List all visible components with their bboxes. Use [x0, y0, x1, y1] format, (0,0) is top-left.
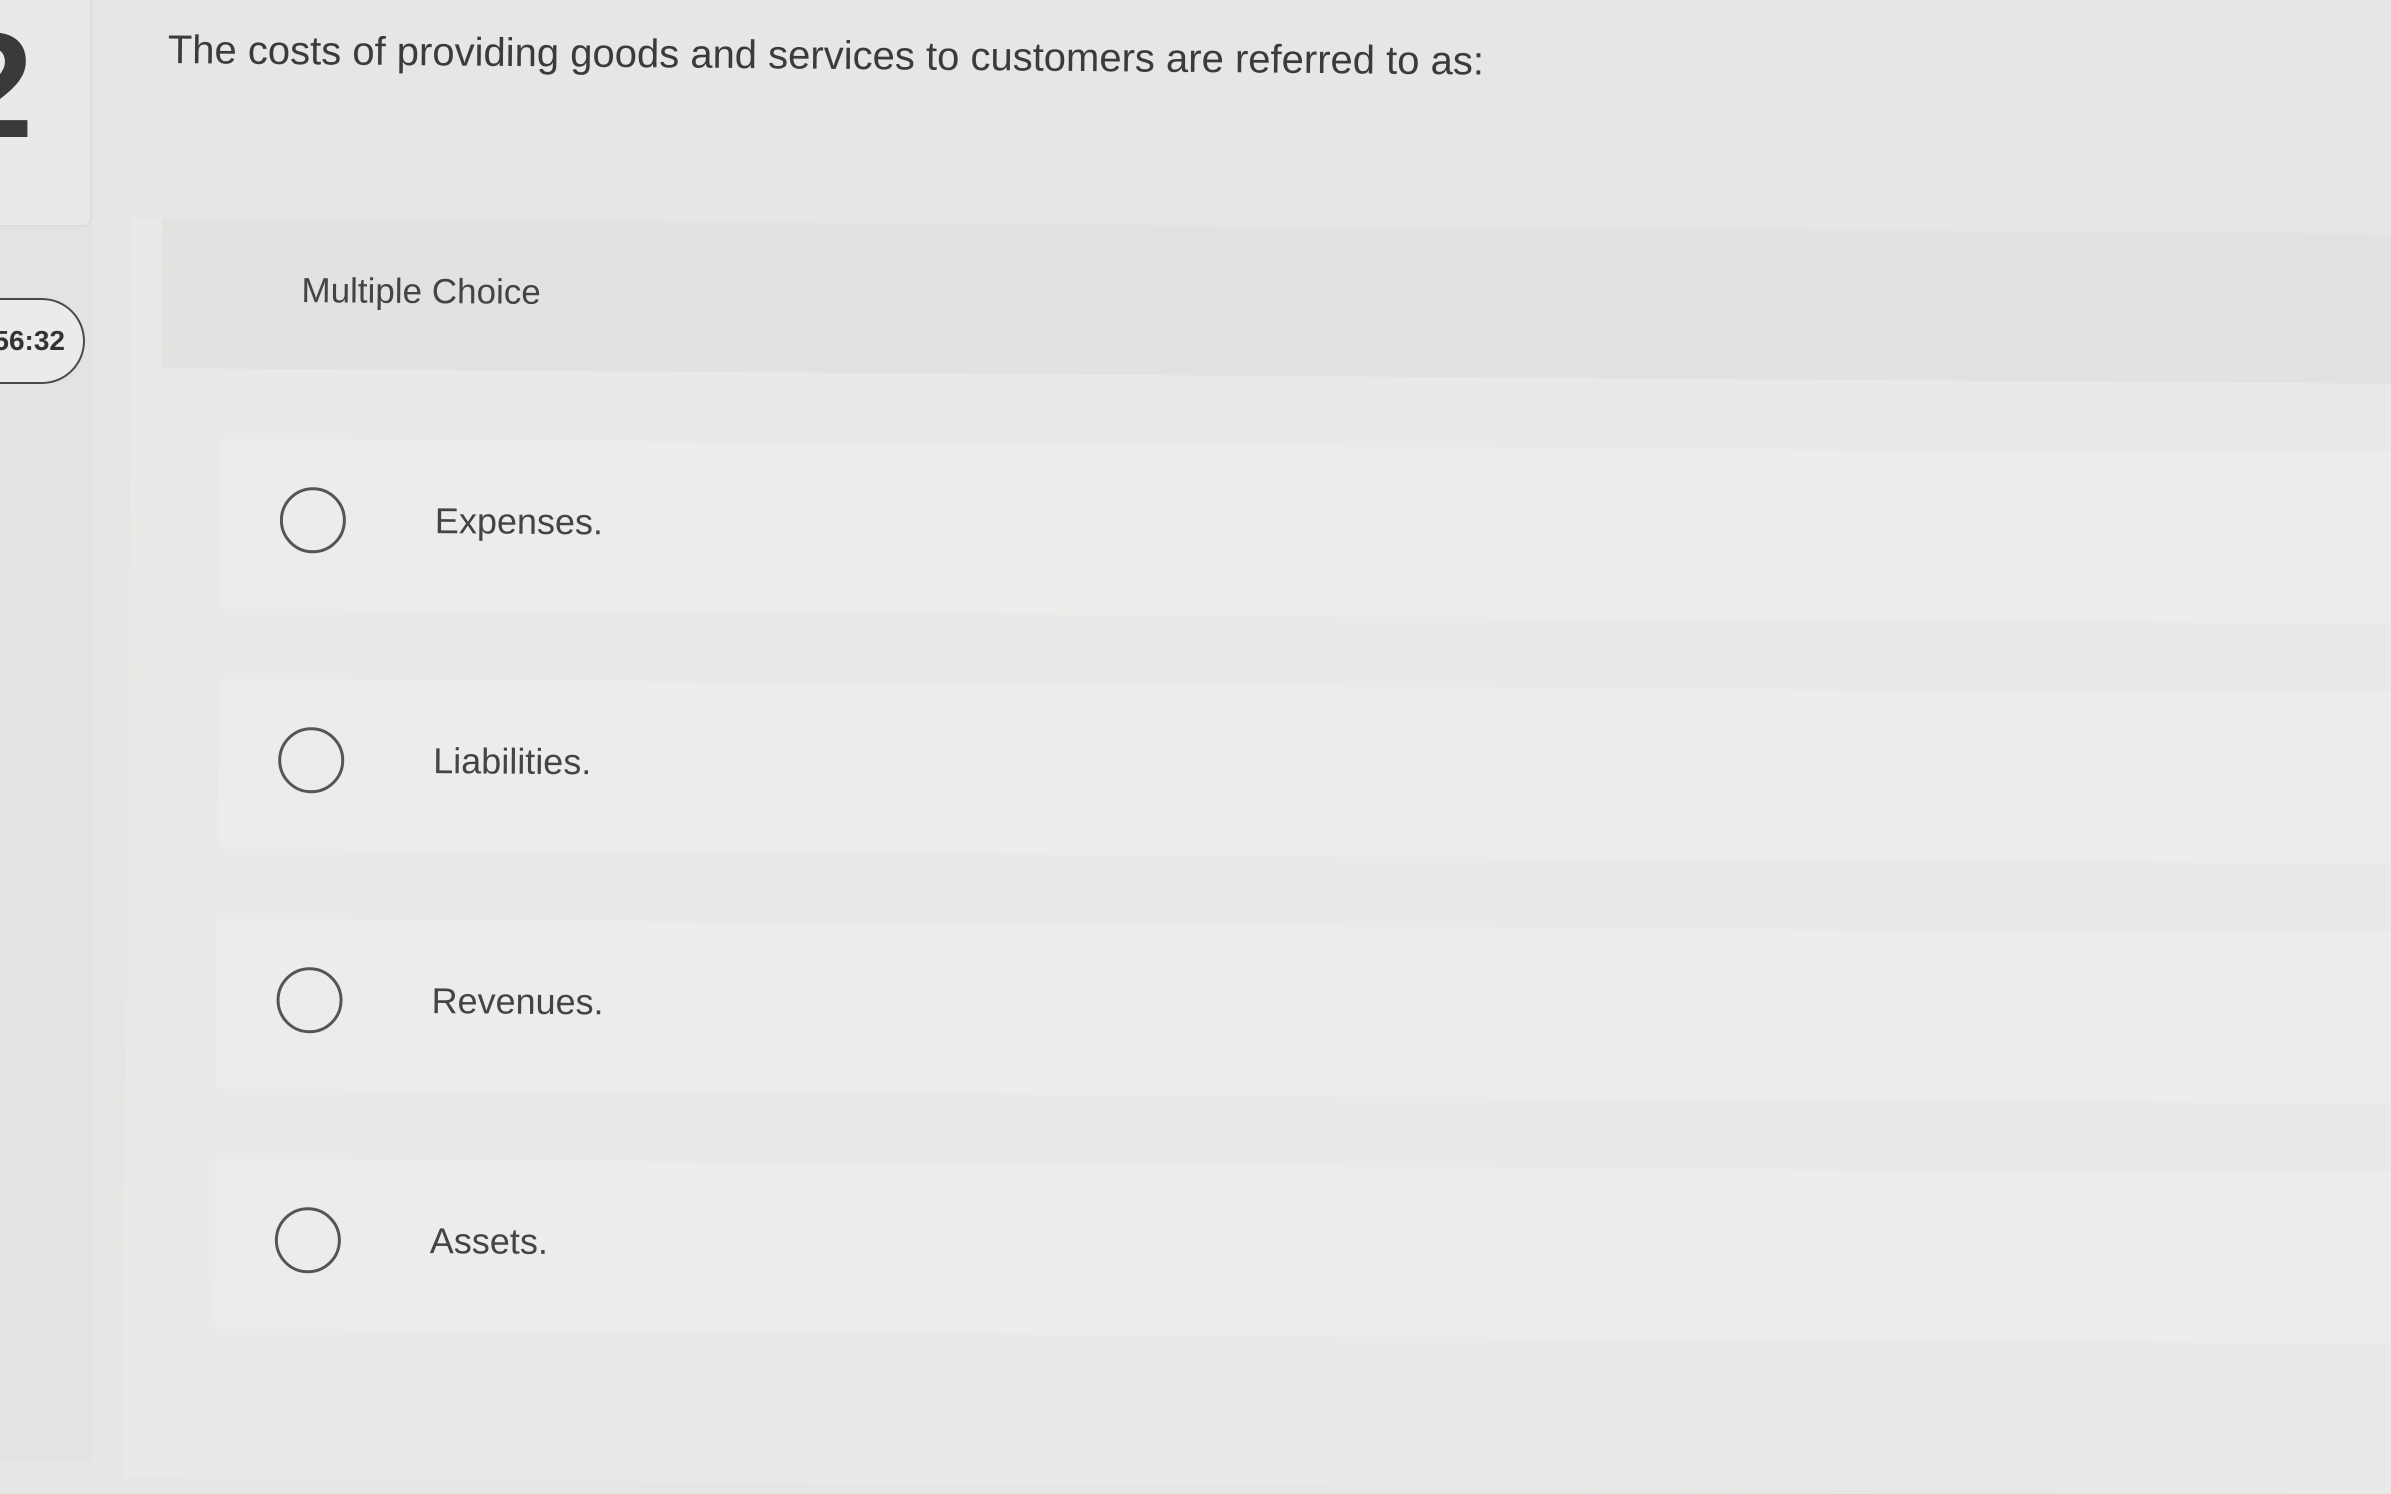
- option-label: Liabilities.: [433, 740, 592, 783]
- left-rail: 2 56:32: [0, 0, 92, 1461]
- option-expenses[interactable]: Expenses.: [219, 438, 2391, 624]
- option-label: Expenses.: [434, 500, 604, 543]
- radio-button[interactable]: [276, 967, 343, 1034]
- radio-button[interactable]: [274, 1207, 342, 1274]
- option-assets[interactable]: Assets.: [214, 1158, 2391, 1344]
- question-type-header: Multiple Choice: [160, 218, 2391, 384]
- timer[interactable]: 56:32: [0, 298, 85, 384]
- question-text: The costs of providing goods and service…: [167, 28, 1485, 84]
- radio-button[interactable]: [277, 727, 345, 794]
- question-number-box: 2: [0, 0, 92, 227]
- radio-button[interactable]: [279, 487, 347, 554]
- option-revenues[interactable]: Revenues.: [215, 918, 2391, 1104]
- option-label: Assets.: [429, 1220, 549, 1262]
- question-number: 2: [0, 10, 33, 160]
- option-label: Revenues.: [431, 980, 604, 1023]
- question-type-label: Multiple Choice: [301, 271, 541, 312]
- option-liabilities[interactable]: Liabilities.: [217, 678, 2391, 864]
- answer-panel: Multiple Choice Expenses. Liabilities. R…: [123, 218, 2391, 1494]
